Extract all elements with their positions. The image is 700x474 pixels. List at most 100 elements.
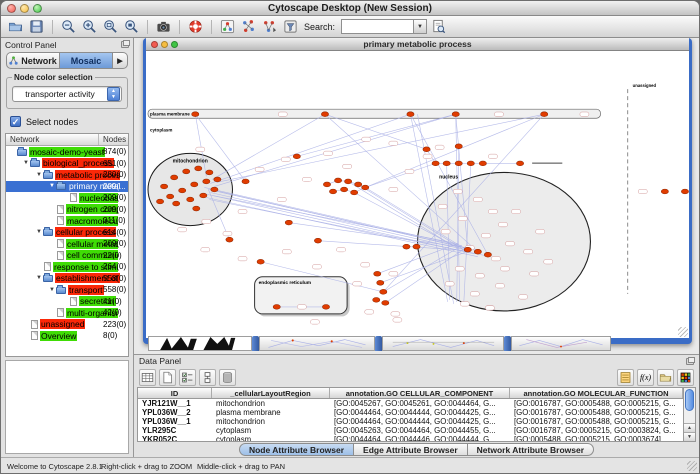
network-node xyxy=(293,154,300,159)
tab-mosaic[interactable]: Mosaic xyxy=(60,52,113,69)
net-pair1-icon[interactable] xyxy=(239,17,258,36)
resize-grip[interactable] xyxy=(678,327,688,337)
node-count: 22(0) xyxy=(103,251,122,260)
disclosure-triangle-icon[interactable]: ▼ xyxy=(22,160,30,166)
formula-fx-icon[interactable]: f(x) xyxy=(637,369,654,386)
window-resize-grip[interactable] xyxy=(687,461,697,471)
minimize-button[interactable] xyxy=(20,4,29,13)
tree-row-unassigned[interactable]: unassigned223(0) xyxy=(6,319,128,331)
tab-network-attribute-browser[interactable]: Network Attribute Browser xyxy=(468,443,594,456)
zoom-button[interactable] xyxy=(33,4,42,13)
search-dropdown-arrow[interactable]: ▼ xyxy=(413,19,427,34)
data-panel: Data Panel f(x) ID _cellularLayoutRegion… xyxy=(134,354,699,457)
tab-node-attribute-browser[interactable]: Node Attribute Browser xyxy=(239,443,354,456)
network-node xyxy=(681,189,688,194)
heatmap-icon[interactable] xyxy=(677,369,694,386)
window-edge[interactable] xyxy=(252,336,259,351)
tree-row-macromolecule[interactable]: macromolecule311(0) xyxy=(6,215,128,227)
background-network-preview[interactable] xyxy=(511,336,611,351)
search-input[interactable] xyxy=(341,19,413,34)
toolbar-separator xyxy=(147,20,148,34)
tree-row-overview[interactable]: Overview8(0) xyxy=(6,330,128,342)
network-minimize-button[interactable] xyxy=(161,41,168,48)
search-doc-icon[interactable] xyxy=(429,17,448,36)
tab-overflow-arrow[interactable]: ▶ xyxy=(113,52,128,69)
zoom-out-icon[interactable] xyxy=(59,17,78,36)
disclosure-triangle-icon[interactable]: ▼ xyxy=(35,275,43,281)
tree-row-nucleobase[interactable]: nucleobase-209(0) xyxy=(6,192,128,204)
node-label-pill xyxy=(512,209,521,213)
scrollbar-thumb[interactable] xyxy=(685,389,694,411)
select-nodes-checkbox[interactable]: ✓ xyxy=(10,116,21,127)
tree-row-biological-process[interactable]: ▼biological_process651(0) xyxy=(6,158,128,170)
column-go-molecular-function[interactable]: annotation.GO MOLECULAR_FUNCTION xyxy=(510,388,683,398)
node-label-pill xyxy=(488,154,497,158)
filter-box-icon[interactable] xyxy=(281,17,300,36)
zoom-region-icon[interactable] xyxy=(101,17,120,36)
attr-pair-icon[interactable] xyxy=(199,369,216,386)
float-panel-icon[interactable] xyxy=(686,358,694,365)
tree-row-secretion[interactable]: secretion41(0) xyxy=(6,296,128,308)
scroll-up-icon[interactable]: ▲ xyxy=(684,423,695,432)
net-pair2-icon[interactable] xyxy=(260,17,279,36)
column-id[interactable]: ID xyxy=(138,388,212,398)
tree-row-primary-metabo[interactable]: ▼primary metabo209(... xyxy=(6,181,128,193)
column-cellular-layout-region[interactable]: _cellularLayoutRegion xyxy=(212,388,330,398)
scroll-down-icon[interactable]: ▼ xyxy=(684,432,695,441)
tree-row-cellular-metabo[interactable]: cellular metabo209(0) xyxy=(6,238,128,250)
node-color-combobox[interactable]: transporter activity ▲▼ xyxy=(12,86,122,102)
disclosure-triangle-icon[interactable]: ▼ xyxy=(35,229,43,235)
node-label-pill xyxy=(524,249,533,253)
new-attribute-icon[interactable] xyxy=(159,369,176,386)
network-view-window[interactable]: primary metabolic process plasma membran… xyxy=(143,38,692,344)
table-row[interactable]: YJR121W__1mitochondrion[GO:0045267, GO:0… xyxy=(138,399,683,408)
table-row[interactable]: YLR295Ccytoplasm[GO:0045263, GO:0044464,… xyxy=(138,426,683,435)
table-scrollbar[interactable]: ▲ ▼ xyxy=(683,388,695,441)
table-row[interactable]: YKR052Ccytoplasm[GO:0044464, GO:0044446,… xyxy=(138,435,683,441)
close-button[interactable] xyxy=(7,4,16,13)
zoom-in-icon[interactable] xyxy=(80,17,99,36)
window-edge[interactable] xyxy=(375,336,382,351)
tree-row-response-to-stimulu[interactable]: response to stimulu264(0) xyxy=(6,261,128,273)
tree-row-multi-organism-pro[interactable]: multi-organism pro42(0) xyxy=(6,307,128,319)
column-go-cellular-component[interactable]: annotation.GO CELLULAR_COMPONENT xyxy=(330,388,510,398)
open-folder-icon[interactable] xyxy=(6,17,25,36)
attr-table-icon[interactable] xyxy=(139,369,156,386)
save-icon[interactable] xyxy=(27,17,46,36)
net-grid-icon[interactable] xyxy=(218,17,237,36)
delete-attribute-icon[interactable] xyxy=(219,369,236,386)
network-canvas[interactable]: plasma membranecytoplasmmitochondrionnuc… xyxy=(146,51,689,338)
network-zoom-button[interactable] xyxy=(171,41,178,48)
disclosure-triangle-icon[interactable]: ▼ xyxy=(35,172,43,178)
background-network-preview[interactable] xyxy=(382,336,504,351)
tree-row-metabolic-process[interactable]: ▼metabolic process280(0) xyxy=(6,169,128,181)
file-icon xyxy=(57,308,64,317)
tree-row-mosaic-demo-yeast[interactable]: mosaic-demo-yeast874(0) xyxy=(6,146,128,158)
disclosure-triangle-icon[interactable]: ▼ xyxy=(48,183,56,189)
node-label-pill xyxy=(405,169,414,173)
lifebuoy-icon[interactable] xyxy=(186,17,205,36)
table-row[interactable]: YPL036W__1mitochondrion[GO:0044464, GO:0… xyxy=(138,417,683,426)
import-table-icon[interactable] xyxy=(617,369,634,386)
tree-row-establishment-of-lo[interactable]: ▼establishment of lo558(0) xyxy=(6,273,128,285)
select-attributes-icon[interactable] xyxy=(179,369,196,386)
table-row[interactable]: YPL036W__2plasma membrane[GO:0044464, GO… xyxy=(138,408,683,417)
combobox-stepper-icon[interactable]: ▲▼ xyxy=(107,87,120,101)
background-network-preview[interactable] xyxy=(259,336,375,351)
mosaic-logo-window[interactable] xyxy=(148,336,252,351)
disclosure-triangle-icon[interactable]: ▼ xyxy=(48,287,56,293)
float-panel-icon[interactable] xyxy=(121,41,129,48)
tab-edge-attribute-browser[interactable]: Edge Attribute Browser xyxy=(354,443,468,456)
tree-row-cell-communicat[interactable]: cell communicat22(0) xyxy=(6,250,128,262)
network-window-titlebar[interactable]: primary metabolic process xyxy=(146,38,689,51)
window-titlebar[interactable]: Cytoscape Desktop (New Session) xyxy=(1,1,699,16)
network-close-button[interactable] xyxy=(151,41,158,48)
tree-row-nitrogen-compo[interactable]: nitrogen compo209(0) xyxy=(6,204,128,216)
zoom-fit-icon[interactable] xyxy=(122,17,141,36)
tree-row-cellular-process[interactable]: ▼cellular process614(0) xyxy=(6,227,128,239)
window-edge[interactable] xyxy=(504,336,511,351)
camera-icon[interactable] xyxy=(154,17,173,36)
tree-row-transport[interactable]: ▼transport558(0) xyxy=(6,284,128,296)
tab-network[interactable]: Network xyxy=(6,52,60,69)
open-folder-icon[interactable] xyxy=(657,369,674,386)
